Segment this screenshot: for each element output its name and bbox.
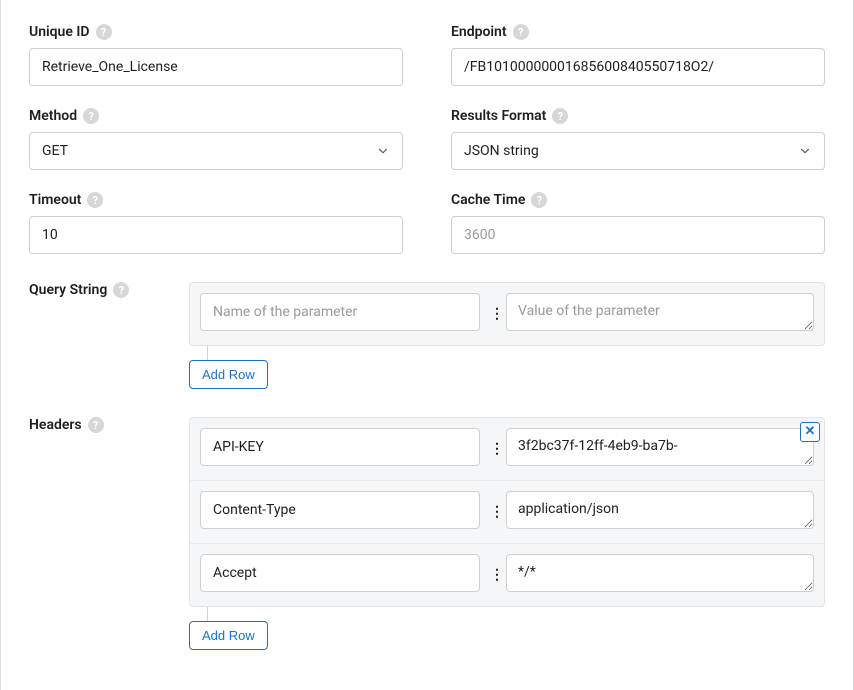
header-row: ⋮ ✕ [190, 418, 824, 480]
query-string-row: ⋮ [190, 283, 824, 345]
timeout-label-text: Timeout [29, 192, 81, 208]
unique-id-label: Unique ID ? [29, 24, 403, 40]
help-icon[interactable]: ? [83, 108, 99, 124]
param-value-input[interactable] [506, 293, 814, 331]
query-string-label: Query String ? [29, 282, 189, 298]
cache-time-input[interactable] [451, 216, 825, 254]
colon-icon: ⋮ [490, 505, 496, 519]
header-value-input[interactable] [506, 554, 814, 592]
header-value-input[interactable] [506, 491, 814, 529]
row-timeout-cache: Timeout ? Cache Time ? [29, 192, 825, 254]
help-icon[interactable]: ? [552, 108, 568, 124]
row-method-results: Method ? GET Results Format ? JSON strin… [29, 108, 825, 170]
colon-icon: ⋮ [490, 307, 496, 321]
method-select[interactable]: GET [29, 132, 403, 170]
chevron-down-icon [376, 144, 390, 158]
results-format-label-text: Results Format [451, 108, 546, 124]
timeout-label: Timeout ? [29, 192, 403, 208]
endpoint-label: Endpoint ? [451, 24, 825, 40]
endpoint-input[interactable] [451, 48, 825, 86]
header-row: ⋮ [190, 480, 824, 543]
unique-id-label-text: Unique ID [29, 24, 90, 40]
endpoint-label-text: Endpoint [451, 24, 507, 40]
method-select-value: GET [42, 143, 68, 159]
param-name-input[interactable] [200, 293, 480, 331]
timeout-input[interactable] [29, 216, 403, 254]
query-string-label-text: Query String [29, 282, 107, 298]
results-format-value: JSON string [464, 143, 539, 159]
stub-line [207, 607, 208, 621]
headers-card: ⋮ ✕ ⋮ ⋮ [189, 417, 825, 607]
help-icon[interactable]: ? [87, 192, 103, 208]
colon-icon: ⋮ [490, 442, 496, 456]
query-string-section: Query String ? ⋮ Add Row [29, 282, 825, 389]
header-value-input[interactable] [506, 428, 814, 466]
method-label: Method ? [29, 108, 403, 124]
query-string-card: ⋮ [189, 282, 825, 346]
row-id-endpoint: Unique ID ? Endpoint ? [29, 24, 825, 86]
headers-label-text: Headers [29, 417, 82, 433]
settings-panel: Unique ID ? Endpoint ? Method ? GET [0, 0, 854, 690]
stub-line [207, 346, 208, 360]
results-format-select[interactable]: JSON string [451, 132, 825, 170]
help-icon[interactable]: ? [113, 282, 129, 298]
headers-section: Headers ? ⋮ ✕ ⋮ [29, 417, 825, 650]
header-row: ⋮ [190, 543, 824, 606]
help-icon[interactable]: ? [88, 417, 104, 433]
close-icon[interactable]: ✕ [800, 422, 820, 442]
cache-time-label-text: Cache Time [451, 192, 525, 208]
help-icon[interactable]: ? [531, 192, 547, 208]
header-name-input[interactable] [200, 491, 480, 529]
chevron-down-icon [798, 144, 812, 158]
help-icon[interactable]: ? [513, 24, 529, 40]
colon-icon: ⋮ [490, 568, 496, 582]
unique-id-input[interactable] [29, 48, 403, 86]
add-row-button[interactable]: Add Row [189, 621, 268, 650]
help-icon[interactable]: ? [96, 24, 112, 40]
header-name-input[interactable] [200, 428, 480, 466]
headers-label: Headers ? [29, 417, 189, 433]
method-label-text: Method [29, 108, 77, 124]
add-row-button[interactable]: Add Row [189, 360, 268, 389]
header-name-input[interactable] [200, 554, 480, 592]
results-format-label: Results Format ? [451, 108, 825, 124]
cache-time-label: Cache Time ? [451, 192, 825, 208]
